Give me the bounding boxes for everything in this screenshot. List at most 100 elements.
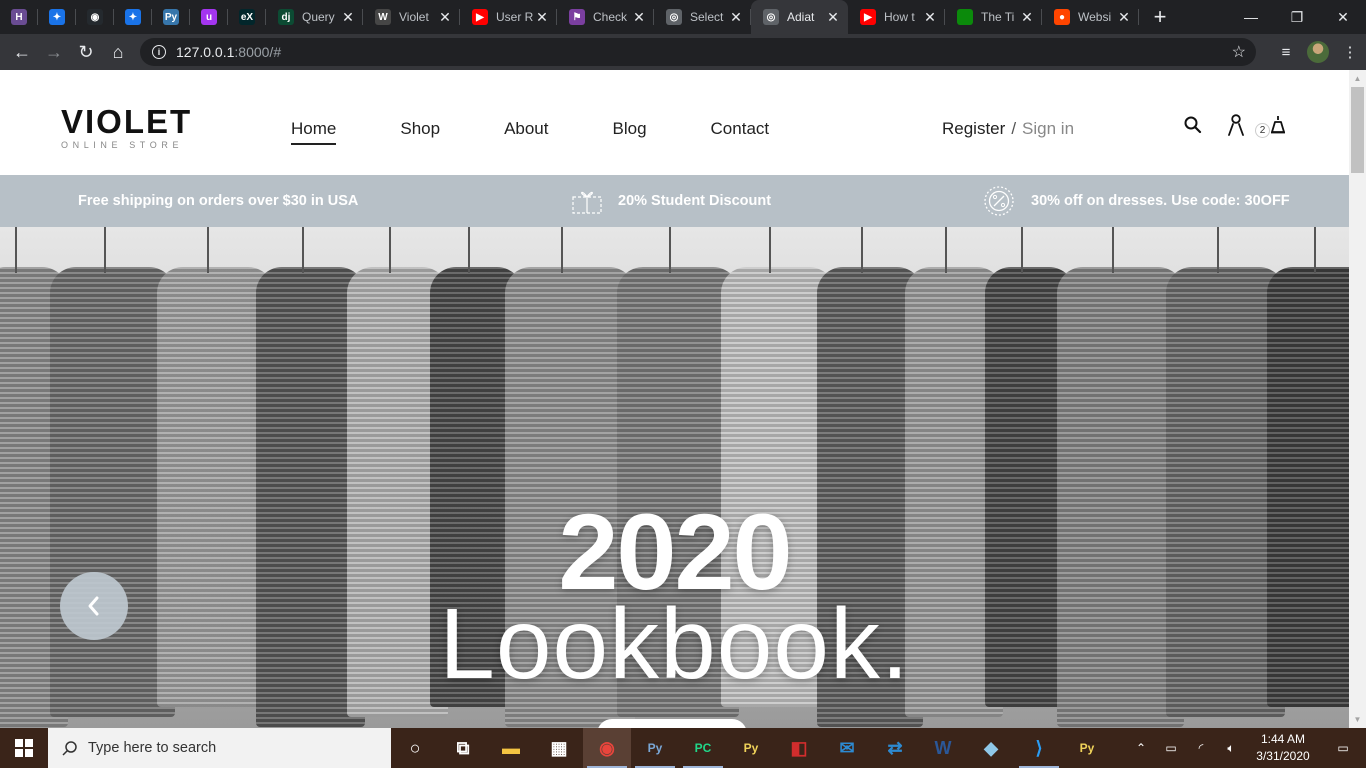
slider-prev-button[interactable]: [60, 572, 128, 640]
main-navigation: Home Shop About Blog Contact: [291, 119, 833, 145]
wifi-icon[interactable]: ◜: [1186, 741, 1216, 755]
hanger: [15, 227, 17, 273]
profile-avatar[interactable]: [1302, 41, 1334, 63]
hanger: [388, 227, 391, 273]
battery-icon[interactable]: ▭: [1156, 741, 1186, 755]
menu-icon[interactable]: ⋮: [1334, 43, 1366, 61]
search-icon[interactable]: [1183, 115, 1203, 135]
system-clock[interactable]: 1:44 AM 3/31/2020: [1246, 731, 1320, 765]
cortana-icon[interactable]: ○: [391, 728, 439, 768]
browser-tab[interactable]: ▶ User R ✕: [460, 0, 557, 34]
taskbar-app-glyph: Py: [1079, 741, 1095, 755]
back-icon[interactable]: ←: [6, 36, 38, 68]
start-button[interactable]: [0, 728, 48, 768]
pinned-tab[interactable]: u: [190, 0, 228, 34]
pinned-tab[interactable]: ◉: [76, 0, 114, 34]
taskbar-search[interactable]: Type here to search: [48, 728, 391, 768]
tab-close-icon[interactable]: ✕: [729, 9, 743, 26]
teamviewer-icon[interactable]: ⇄: [871, 728, 919, 768]
word-icon[interactable]: W: [919, 728, 967, 768]
reload-icon[interactable]: ↻: [70, 36, 102, 68]
close-icon[interactable]: ✕: [1320, 0, 1366, 34]
bookmark-star-icon[interactable]: ☆: [1232, 42, 1246, 62]
user-icon[interactable]: [1227, 114, 1245, 136]
browser-tab[interactable]: W Violet ✕: [363, 0, 460, 34]
browser-tab[interactable]: The Ti ✕: [945, 0, 1042, 34]
new-tab-button[interactable]: +: [1143, 0, 1177, 34]
page-scrollbar[interactable]: ▲ ▼: [1349, 70, 1366, 728]
app-blue-icon[interactable]: ◆: [967, 728, 1015, 768]
scroll-up-icon[interactable]: ▲: [1349, 70, 1366, 87]
home-icon[interactable]: ⌂: [102, 36, 134, 68]
forward-icon[interactable]: →: [38, 36, 70, 68]
hanger: [1021, 227, 1023, 273]
nav-link-contact[interactable]: Contact: [711, 119, 770, 145]
task-view-icon[interactable]: ⧉: [439, 728, 487, 768]
taskbar-app-glyph: ○: [409, 737, 421, 758]
tab-close-icon[interactable]: ✕: [438, 9, 452, 26]
media-control-icon[interactable]: ≡: [1270, 44, 1302, 61]
tab-title: Select: [690, 10, 724, 24]
volume-icon[interactable]: 🔈︎: [1216, 741, 1246, 756]
site-info-icon[interactable]: i: [152, 45, 166, 59]
pinned-tab[interactable]: H: [0, 0, 38, 34]
cart-icon[interactable]: 2: [1255, 114, 1287, 138]
python-idle-icon[interactable]: Py: [631, 728, 679, 768]
globe-icon: ◎: [763, 9, 779, 25]
tab-close-icon[interactable]: ✕: [1020, 9, 1034, 26]
pinned-tab[interactable]: Py: [152, 0, 190, 34]
scroll-down-icon[interactable]: ▼: [1349, 711, 1366, 728]
toolbar-extensions: ≡ ⋮: [1270, 34, 1366, 70]
browser-tab[interactable]: ● Websi ✕: [1042, 0, 1139, 34]
pycharm-icon[interactable]: PC: [679, 728, 727, 768]
nav-link-shop[interactable]: Shop: [400, 119, 440, 145]
tab-close-icon[interactable]: ✕: [535, 9, 549, 26]
browser-tab[interactable]: ◎ Select ✕: [654, 0, 751, 34]
signin-link[interactable]: Sign in: [1022, 119, 1074, 138]
tab-close-icon[interactable]: ✕: [1117, 9, 1131, 26]
nav-link-about[interactable]: About: [504, 119, 548, 145]
url-text[interactable]: 127.0.0.1:8000/#: [176, 44, 281, 60]
chrome-icon[interactable]: ◉: [583, 728, 631, 768]
register-link[interactable]: Register: [942, 119, 1005, 138]
notification-icon[interactable]: ▭: [1320, 741, 1366, 755]
file-explorer-icon[interactable]: ▬: [487, 728, 535, 768]
hanger: [103, 227, 106, 273]
browser-tab[interactable]: ▶ How t ✕: [848, 0, 945, 34]
browser-tab[interactable]: ◎ Adiat ✕: [751, 0, 848, 34]
python-file-icon[interactable]: Py: [727, 728, 775, 768]
pinned-tab[interactable]: eX: [228, 0, 266, 34]
tab-close-icon[interactable]: ✕: [826, 9, 840, 26]
browser-tab[interactable]: ⚑ Check ✕: [557, 0, 654, 34]
taskbar-app-glyph: ✉: [839, 737, 855, 758]
mail-icon[interactable]: ✉: [823, 728, 871, 768]
address-bar[interactable]: i 127.0.0.1:8000/# ☆: [140, 38, 1256, 66]
pinned-tab[interactable]: ✦: [114, 0, 152, 34]
minimize-icon[interactable]: —: [1228, 0, 1274, 34]
nav-link-home[interactable]: Home: [291, 119, 337, 145]
browser-tab[interactable]: dj Query ✕: [266, 0, 363, 34]
tab-close-icon[interactable]: ✕: [341, 9, 355, 26]
vscode-icon[interactable]: ⟩: [1015, 728, 1063, 768]
browser-toolbar: ← → ↻ ⌂ i 127.0.0.1:8000/# ☆ ≡ ⋮: [0, 34, 1366, 70]
tab-list: H ✦ ◉ ✦ Py u eX dj Query ✕ W Violet ✕ ▶ User R ✕ ⚑ Check ✕…: [0, 0, 1139, 34]
logo-title: VIOLET: [61, 103, 193, 140]
hero-cta-button[interactable]: [597, 719, 747, 728]
tab-close-icon[interactable]: ✕: [923, 9, 937, 26]
taskbar-app-glyph: ⧉: [456, 737, 470, 758]
tab-close-icon[interactable]: ✕: [632, 9, 646, 26]
app-red-icon[interactable]: ◧: [775, 728, 823, 768]
page-viewport: VIOLET ONLINE STORE Home Shop About Blog Con…: [0, 70, 1349, 728]
python-launcher-icon[interactable]: Py: [1063, 728, 1111, 768]
nav-link-blog[interactable]: Blog: [613, 119, 647, 145]
tray-overflow-icon[interactable]: ⌃: [1126, 741, 1156, 755]
scroll-thumb[interactable]: [1351, 87, 1364, 173]
promo-shipping: Free shipping on orders over $30 in USA: [78, 175, 358, 227]
restore-icon[interactable]: ❐: [1274, 0, 1320, 34]
gift-icon: [572, 187, 602, 215]
h-app-icon: H: [11, 9, 27, 25]
pinned-tab[interactable]: ✦: [38, 0, 76, 34]
store-icon[interactable]: ▦: [535, 728, 583, 768]
site-logo[interactable]: VIOLET ONLINE STORE: [61, 103, 193, 150]
taskbar-app-glyph: PC: [694, 741, 712, 755]
